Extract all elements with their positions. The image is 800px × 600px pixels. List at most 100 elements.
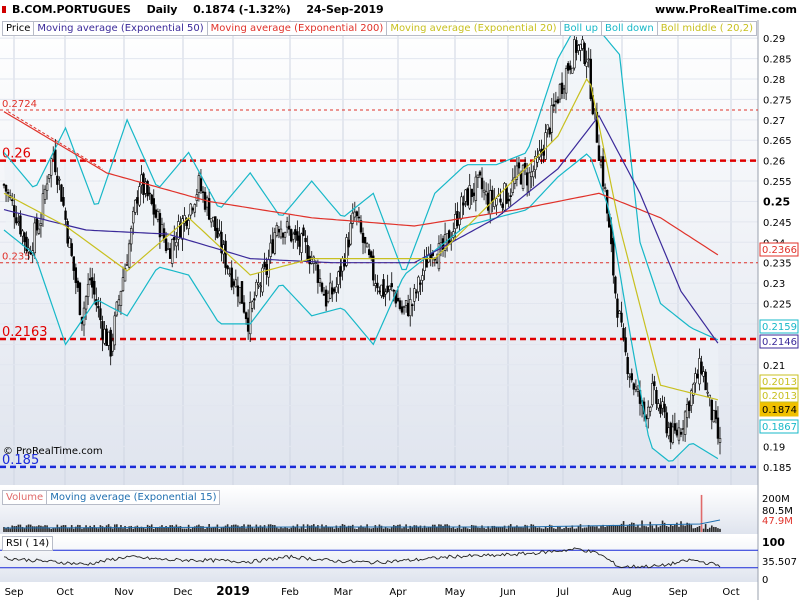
- volume-bar: [111, 528, 114, 532]
- candle-body: [554, 100, 558, 103]
- legend-item-0[interactable]: Price: [2, 21, 35, 36]
- volume-bar: [696, 526, 699, 532]
- candle-body: [636, 388, 640, 392]
- volume-bar: [481, 525, 483, 532]
- legend-item-2[interactable]: Moving average (Exponential 200): [206, 21, 388, 36]
- candle-body: [363, 236, 367, 244]
- price-tag-label-1: 0.2159: [762, 322, 797, 333]
- candle-body: [17, 221, 20, 224]
- legend-item-3[interactable]: Moving average (Exponential 20): [386, 21, 561, 36]
- volume-bar: [93, 525, 96, 532]
- candle-body: [62, 197, 65, 206]
- volume-bar: [436, 527, 438, 532]
- rsi-tick-label: 100: [762, 536, 785, 549]
- candle-body: [486, 192, 490, 211]
- candle-body: [228, 273, 231, 276]
- volume-bar: [450, 528, 453, 532]
- candle-body: [164, 238, 168, 251]
- candle-body: [361, 232, 365, 243]
- volume-bar: [594, 526, 596, 532]
- candle-body: [474, 176, 478, 201]
- volume-legend-item-0[interactable]: Volume: [2, 490, 48, 505]
- candle-body: [466, 188, 469, 206]
- candle-body: [212, 216, 215, 222]
- legend-item-6[interactable]: Boll middle ( 20,2): [656, 21, 757, 36]
- x-tick-label: Dec: [173, 587, 192, 598]
- volume-bar: [245, 528, 247, 532]
- candle-body: [562, 88, 566, 90]
- candle-body: [140, 174, 143, 186]
- volume-bar: [62, 525, 65, 532]
- volume-bar: [191, 527, 194, 532]
- volume-bar: [417, 527, 420, 532]
- volume-bar: [532, 524, 535, 532]
- volume-legend: Volume Moving average (Exponential 15): [2, 490, 221, 505]
- candle-body: [583, 43, 586, 65]
- volume-bar: [669, 524, 672, 532]
- volume-bar: [553, 528, 555, 532]
- candle-body: [125, 264, 129, 266]
- volume-bar: [152, 528, 155, 532]
- volume-bar: [95, 527, 98, 532]
- candle-body: [618, 310, 621, 315]
- candle-body: [409, 299, 412, 317]
- candle-body: [205, 197, 209, 208]
- candle-body: [530, 171, 533, 178]
- volume-bar: [278, 528, 280, 532]
- volume-bar: [448, 525, 450, 532]
- volume-bar: [163, 527, 165, 532]
- volume-bar: [682, 525, 684, 532]
- candle-body: [478, 171, 482, 176]
- volume-bar: [232, 524, 235, 532]
- legend-item-4[interactable]: Boll up: [559, 21, 602, 36]
- candle-body: [577, 45, 580, 51]
- volume-bar: [657, 527, 660, 532]
- volume-bar: [284, 526, 286, 532]
- chart-canvas[interactable]: 0.29 0.285 0.28 0.275 0.27 0.265 0.26 0.255 0.25…: [0, 20, 800, 600]
- candle-body: [528, 172, 531, 192]
- volume-bar: [237, 525, 239, 532]
- volume-bar: [183, 528, 186, 532]
- candle-body: [13, 205, 16, 218]
- candle-body: [273, 232, 277, 254]
- x-tick-label: Nov: [114, 587, 134, 598]
- volume-bar: [399, 524, 401, 532]
- candle-body: [281, 232, 285, 238]
- volume-bar: [485, 528, 487, 532]
- volume-bar: [60, 525, 63, 532]
- volume-bar: [364, 527, 366, 532]
- volume-bar: [698, 525, 701, 532]
- volume-bar: [126, 528, 128, 532]
- candle-body: [45, 183, 49, 191]
- volume-bar: [253, 528, 256, 532]
- legend-item-1[interactable]: Moving average (Exponential 50): [33, 21, 208, 36]
- volume-bar: [511, 527, 514, 532]
- volume-bar: [672, 525, 674, 532]
- volume-bar: [592, 526, 594, 532]
- x-tick-label: Oct: [722, 587, 739, 598]
- candle-body: [244, 312, 248, 320]
- candle-body: [649, 406, 652, 412]
- candle-body: [536, 157, 539, 163]
- candle-body: [716, 417, 720, 439]
- candle-body: [302, 227, 305, 236]
- volume-bar: [165, 526, 167, 532]
- volume-bar: [573, 528, 576, 532]
- volume-bar: [257, 527, 260, 532]
- candle-body: [671, 426, 675, 443]
- x-tick-label: Oct: [56, 587, 73, 598]
- candle-body: [651, 383, 654, 406]
- legend-item-5[interactable]: Boll down: [600, 21, 658, 36]
- volume-bar: [251, 527, 254, 532]
- candle-body: [41, 193, 45, 220]
- volume-bar: [343, 524, 346, 532]
- volume-bar: [479, 527, 481, 532]
- price-tick-label: 0.235: [763, 259, 792, 270]
- volume-bar: [635, 526, 637, 532]
- price-tag-label-3: 0.2013: [762, 377, 797, 388]
- volume-legend-item-1[interactable]: Moving average (Exponential 15): [46, 490, 221, 505]
- volume-bar: [366, 524, 368, 532]
- volume-bar: [333, 528, 336, 532]
- candle-body: [236, 285, 240, 297]
- candle-body: [37, 228, 41, 234]
